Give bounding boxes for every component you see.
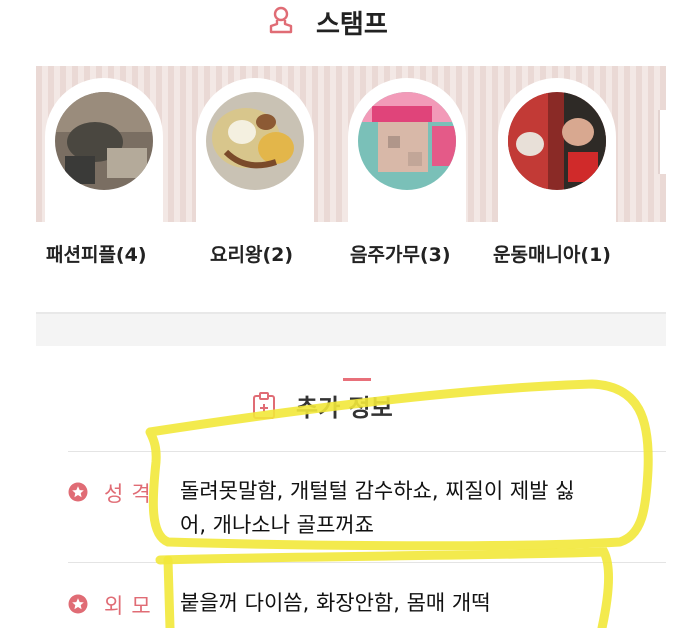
stamp-photo-exercise (508, 92, 606, 190)
stamp-icon (269, 6, 293, 34)
extra-info-title: 추가 정보 (296, 394, 393, 422)
clipboard-icon (253, 392, 275, 419)
stamp-label: 운동매니아(1) (493, 244, 611, 266)
row-divider (68, 562, 666, 563)
stamp-label: 요리왕(2) (210, 244, 294, 266)
value-line: 돌려못말함, 개털털 감수하쇼, 찌질이 제발 싫 (180, 479, 575, 503)
section-divider (36, 312, 666, 348)
next-stamp-card-peek[interactable] (658, 110, 668, 174)
star-badge-icon (68, 594, 88, 614)
stamp-label: 음주가무(3) (350, 244, 451, 266)
app-screen: 스탬프 패션피플(4) 요리왕(2) 음주가무(3) 운동매니아(1) 추가 정… (0, 0, 678, 628)
stamp-photo-cooking (206, 92, 304, 190)
section-accent-bar (343, 378, 371, 381)
stamp-photo-drinking (358, 92, 456, 190)
row-divider (68, 451, 666, 452)
stamp-label: 패션피플(4) (46, 244, 147, 266)
row-label-personality: 성격 (104, 482, 159, 506)
value-line: 어, 개나소나 골프꺼죠 (180, 513, 374, 537)
stamp-section-title: 스탬프 (316, 10, 388, 40)
row-value-appearance: 붙을꺼 다이씀, 화장안함, 몸매 개떡 (180, 591, 491, 615)
star-badge-icon (68, 482, 88, 502)
stamp-label-area (36, 222, 666, 316)
stamp-photo-fashion (55, 92, 153, 190)
row-value-personality: 돌려못말함, 개털털 감수하쇼, 찌질이 제발 싫 어, 개나소나 골프꺼죠 (180, 474, 575, 542)
row-label-appearance: 외모 (104, 594, 159, 618)
